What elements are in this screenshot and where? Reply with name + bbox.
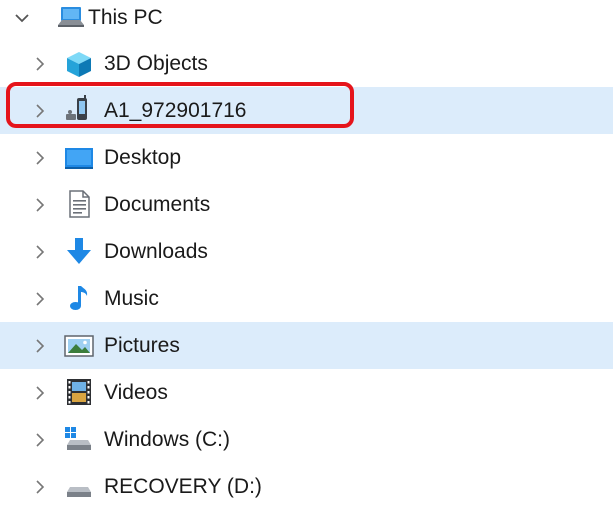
chevron-right-icon[interactable] <box>32 244 48 260</box>
chevron-right-icon[interactable] <box>32 103 48 119</box>
tree-item-videos[interactable]: Videos <box>0 369 613 416</box>
tree-item-label: RECOVERY (D:) <box>104 475 262 498</box>
chevron-right-icon[interactable] <box>32 291 48 307</box>
tree-item-label: Documents <box>104 193 211 216</box>
tree-item-downloads[interactable]: Downloads <box>0 228 613 275</box>
music-icon <box>64 283 94 313</box>
chevron-right-icon[interactable] <box>32 385 48 401</box>
tree-item-label: Videos <box>104 381 168 404</box>
downloads-icon <box>64 236 94 266</box>
tree-item-label: This PC <box>88 6 163 29</box>
tree-item-label: 3D Objects <box>104 52 208 75</box>
this-pc-icon <box>56 3 86 33</box>
tree-item-label: Pictures <box>104 334 180 357</box>
drive-icon <box>64 472 94 502</box>
tree-item-recovery-drive[interactable]: RECOVERY (D:) <box>0 463 613 510</box>
chevron-right-icon[interactable] <box>32 479 48 495</box>
phone-device-icon <box>64 95 94 125</box>
chevron-right-icon[interactable] <box>32 56 48 72</box>
tree-item-label: Downloads <box>104 240 208 263</box>
chevron-down-icon[interactable] <box>14 10 30 26</box>
chevron-right-icon[interactable] <box>32 150 48 166</box>
tree-item-3d-objects[interactable]: 3D Objects <box>0 40 613 87</box>
tree-item-label: Music <box>104 287 159 310</box>
tree-item-label: Windows (C:) <box>104 428 231 451</box>
tree-item-phone-device[interactable]: A1_972901716 <box>0 87 613 134</box>
chevron-right-icon[interactable] <box>32 432 48 448</box>
tree-item-label: A1_972901716 <box>104 99 247 122</box>
documents-icon <box>64 189 94 219</box>
tree-item-music[interactable]: Music <box>0 275 613 322</box>
tree-item-label: Desktop <box>104 146 182 169</box>
tree-item-this-pc[interactable]: This PC <box>0 0 613 41</box>
chevron-right-icon[interactable] <box>32 197 48 213</box>
windows-drive-icon <box>64 425 94 455</box>
3d-objects-icon <box>64 49 94 79</box>
pictures-icon <box>64 331 94 361</box>
navigation-tree: This PC 3D Objects A1_972901716 Desktop … <box>0 0 613 502</box>
desktop-icon <box>64 143 94 173</box>
tree-item-pictures[interactable]: Pictures <box>0 322 613 369</box>
tree-item-documents[interactable]: Documents <box>0 181 613 228</box>
chevron-right-icon[interactable] <box>32 338 48 354</box>
videos-icon <box>64 377 94 407</box>
tree-item-windows-drive[interactable]: Windows (C:) <box>0 416 613 463</box>
tree-item-desktop[interactable]: Desktop <box>0 134 613 181</box>
